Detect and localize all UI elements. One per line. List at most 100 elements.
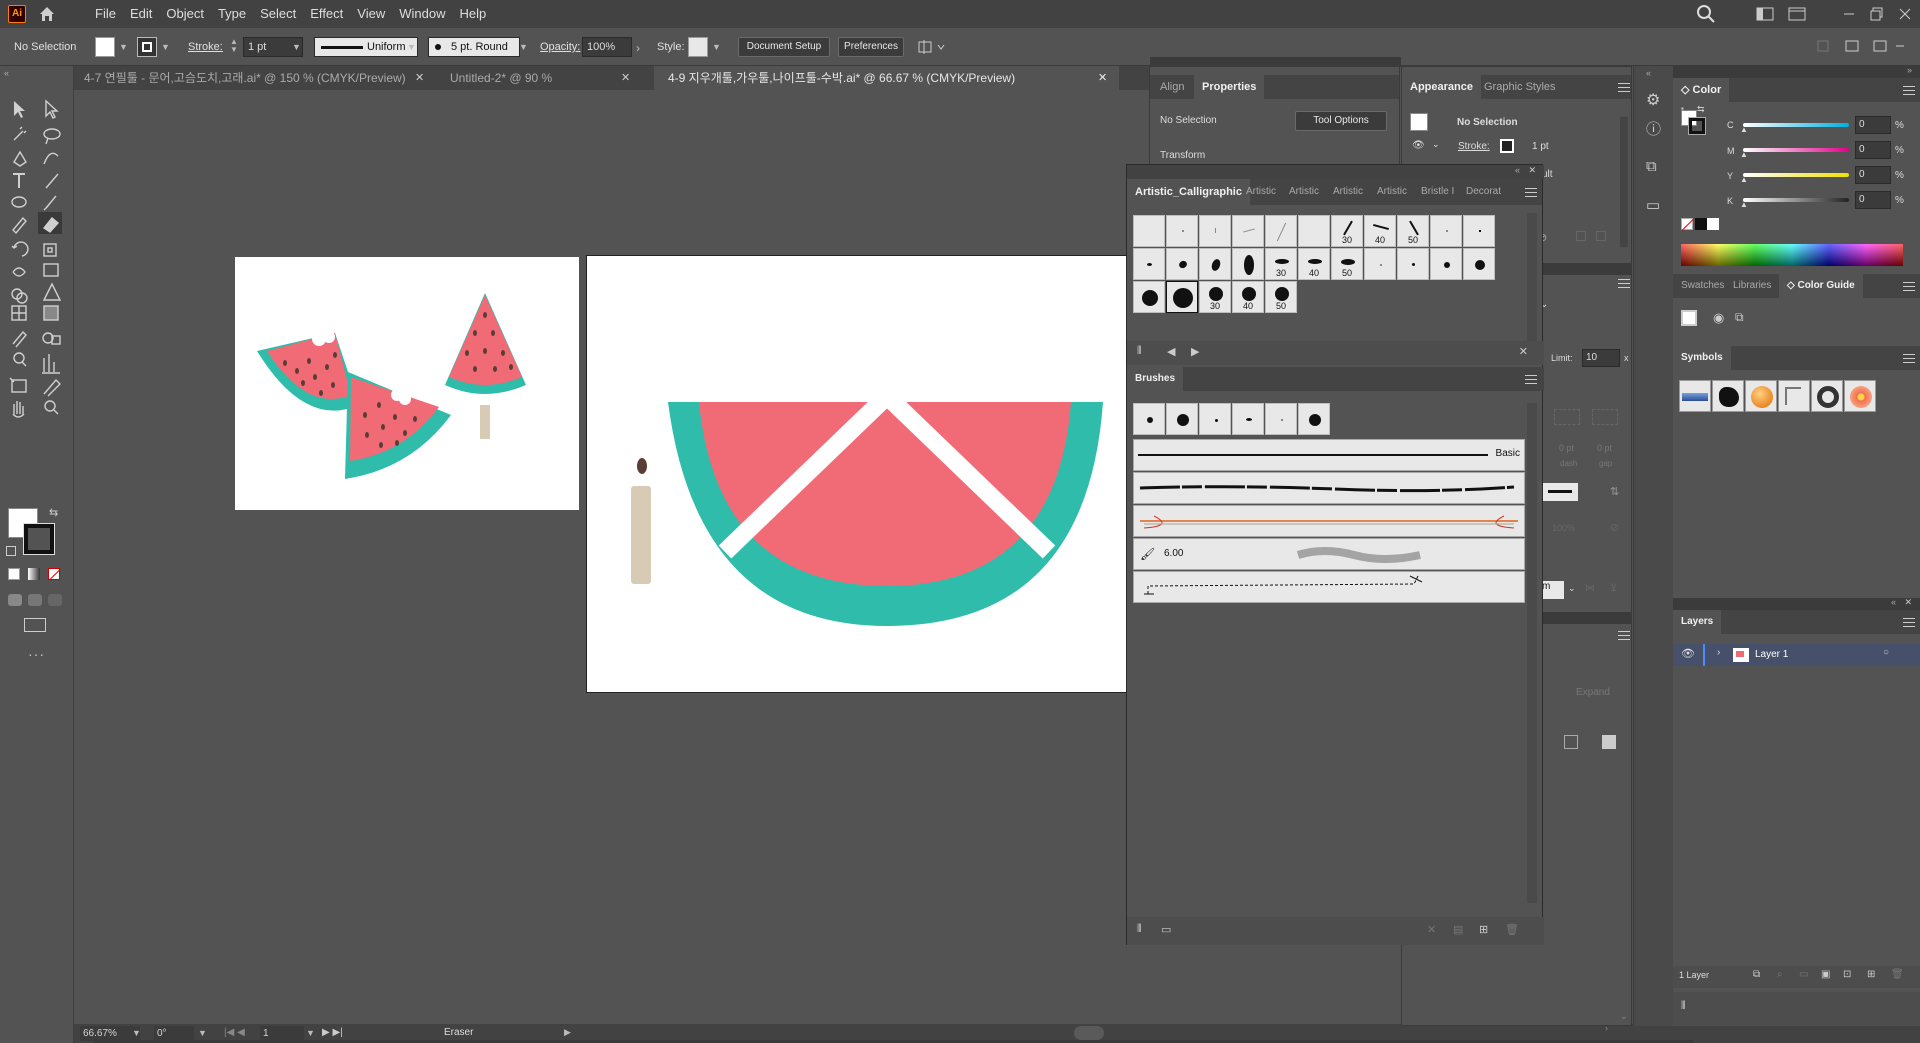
zoom-field[interactable]: 66.67%	[80, 1026, 140, 1041]
black-swatch[interactable]	[1695, 218, 1707, 230]
chevron-down-icon[interactable]: ⌄	[1570, 486, 1578, 497]
appearance-stroke-label[interactable]: Stroke:	[1458, 141, 1490, 152]
panel-menu-icon[interactable]	[1903, 282, 1915, 291]
brush-cell[interactable]: 30	[1265, 248, 1297, 280]
tab-decorative[interactable]: Decorat	[1466, 179, 1501, 203]
tab-properties[interactable]: Properties	[1194, 75, 1265, 99]
brush-cell[interactable]: 30	[1331, 215, 1363, 247]
next-library-icon[interactable]: ▶	[1191, 345, 1199, 358]
brush-cell[interactable]	[1199, 215, 1231, 247]
menu-effect[interactable]: Effect	[303, 0, 350, 28]
collapse-icon[interactable]: «	[1646, 68, 1651, 78]
chevron-down-icon[interactable]: ⌄	[1432, 139, 1440, 150]
chevron-down-icon[interactable]: ▼	[198, 1028, 207, 1038]
chevron-right-icon[interactable]: ▶	[564, 1027, 571, 1038]
gap-field-1[interactable]: 0 pt	[1597, 443, 1612, 453]
brush-row-basic[interactable]: Basic	[1133, 439, 1525, 471]
brush-cell[interactable]	[1232, 248, 1264, 280]
comment-icon[interactable]: ▭	[1646, 196, 1660, 214]
profile-select[interactable]: m	[1540, 581, 1564, 599]
swap-icon[interactable]: ⇆	[49, 506, 58, 519]
panel-menu-icon[interactable]	[1618, 83, 1630, 92]
scroll-down-icon[interactable]: ⌄	[1620, 1011, 1628, 1022]
flip-icon[interactable]: ⋈	[1585, 583, 1595, 594]
stroke-profile-select[interactable]: Uniform	[314, 37, 418, 57]
scale-field[interactable]: 100%	[1552, 523, 1575, 533]
menu-object[interactable]: Object	[159, 0, 211, 28]
brush-cell[interactable]	[1430, 248, 1462, 280]
collapse-icon[interactable]: «	[1891, 597, 1896, 607]
remove-brush-stroke-icon[interactable]: ✕	[1427, 923, 1436, 936]
brush-cell[interactable]	[1133, 281, 1165, 313]
draw-normal-icon[interactable]	[8, 594, 22, 606]
tab-libraries[interactable]: Libraries	[1733, 274, 1771, 298]
tab-symbols[interactable]: Symbols	[1673, 346, 1731, 370]
default-colors-icon[interactable]	[6, 546, 16, 556]
symbol-wreath[interactable]	[1811, 380, 1843, 412]
slider-thumb-icon[interactable]: ▲	[1740, 125, 1748, 134]
tab-layers[interactable]: Layers	[1673, 610, 1722, 634]
brush-cell[interactable]	[1265, 403, 1297, 435]
gradient-mode-icon[interactable]	[28, 568, 40, 580]
brush-cell[interactable]: 50	[1265, 281, 1297, 313]
menu-help[interactable]: Help	[452, 0, 493, 28]
chevron-down-icon[interactable]: ▼	[712, 42, 721, 52]
symbol-ink-splat[interactable]	[1712, 380, 1744, 412]
brush-cell[interactable]	[1133, 403, 1165, 435]
artboard-2[interactable]	[586, 255, 1204, 693]
brush-cell[interactable]	[1463, 215, 1495, 247]
close-icon[interactable]: ✕	[1904, 597, 1912, 608]
stroke-color[interactable]	[23, 523, 55, 555]
tab-artistic-4[interactable]: Artistic	[1333, 179, 1363, 203]
opacity-field[interactable]: 100%	[582, 37, 632, 57]
draw-behind-icon[interactable]	[28, 594, 42, 606]
new-sublayer-icon[interactable]: ⊡	[1843, 969, 1851, 980]
style-swatch[interactable]	[688, 37, 708, 57]
swap-icon[interactable]: ⇆	[1697, 104, 1705, 115]
tab-bristle[interactable]: Bristle I	[1421, 179, 1454, 203]
collapse-icon[interactable]: »	[1907, 65, 1912, 75]
yellow-field[interactable]: 0	[1855, 166, 1891, 184]
delete-item-icon[interactable]	[1596, 231, 1606, 241]
layer-row[interactable]: 👁 › Layer 1 ○	[1673, 644, 1920, 666]
chevron-down-icon[interactable]: ▼	[292, 42, 301, 52]
swap-arrowheads-icon[interactable]: ⇅	[1610, 485, 1619, 498]
crop-icon[interactable]	[1602, 735, 1616, 749]
new-brush-icon[interactable]: ⊞	[1479, 923, 1488, 936]
link-scale-icon[interactable]: ⊘	[1610, 521, 1619, 534]
minimize-icon[interactable]	[1842, 7, 1856, 21]
slider-thumb-icon[interactable]: ▲	[1740, 175, 1748, 184]
brush-cell[interactable]: 40	[1364, 215, 1396, 247]
tab-brushes[interactable]: Brushes	[1127, 367, 1184, 391]
doc-tab-2[interactable]: Untitled-2* @ 90 % (CMYK/Preview)	[434, 66, 634, 109]
cyan-slider[interactable]	[1743, 123, 1849, 127]
tab-artistic-5[interactable]: Artistic	[1377, 179, 1407, 203]
brush-cell[interactable]	[1199, 248, 1231, 280]
close-icon[interactable]	[1898, 7, 1912, 21]
brush-cell[interactable]	[1133, 215, 1165, 247]
minus-back-icon[interactable]	[1564, 735, 1578, 749]
brush-cell[interactable]: 40	[1298, 248, 1330, 280]
chevron-down-icon[interactable]: ⌄	[1568, 583, 1576, 594]
brush-cell[interactable]	[1166, 403, 1198, 435]
default-color-icon[interactable]: ▪	[1681, 104, 1684, 113]
arrange-icon[interactable]	[1788, 7, 1806, 21]
panel-toggle-icon[interactable]	[1816, 39, 1906, 55]
panel-menu-icon[interactable]	[1525, 375, 1537, 384]
color-stroke-swatch[interactable]	[1688, 117, 1706, 135]
slider-thumb-icon[interactable]: ▲	[1740, 200, 1748, 209]
chevron-right-icon[interactable]: ›	[1717, 647, 1720, 658]
preferences-button[interactable]: Preferences	[838, 37, 904, 57]
menu-type[interactable]: Type	[211, 0, 253, 28]
brush-cell[interactable]: 50	[1331, 248, 1363, 280]
close-icon[interactable]: ✕	[415, 66, 424, 90]
artboard-field[interactable]: 1	[260, 1026, 304, 1041]
brush-row-ribbon[interactable]	[1133, 505, 1525, 537]
brush-cell[interactable]: 30	[1199, 281, 1231, 313]
brush-libraries-menu-icon[interactable]: ⫴	[1137, 923, 1142, 936]
locate-icon[interactable]: ⌕	[1777, 969, 1783, 980]
export-icon[interactable]: ⧉	[1646, 158, 1657, 175]
tab-artistic-2[interactable]: Artistic	[1246, 179, 1276, 203]
brush-cell[interactable]: 40	[1232, 281, 1264, 313]
library-menu-icon[interactable]: ⫴	[1681, 1000, 1686, 1013]
